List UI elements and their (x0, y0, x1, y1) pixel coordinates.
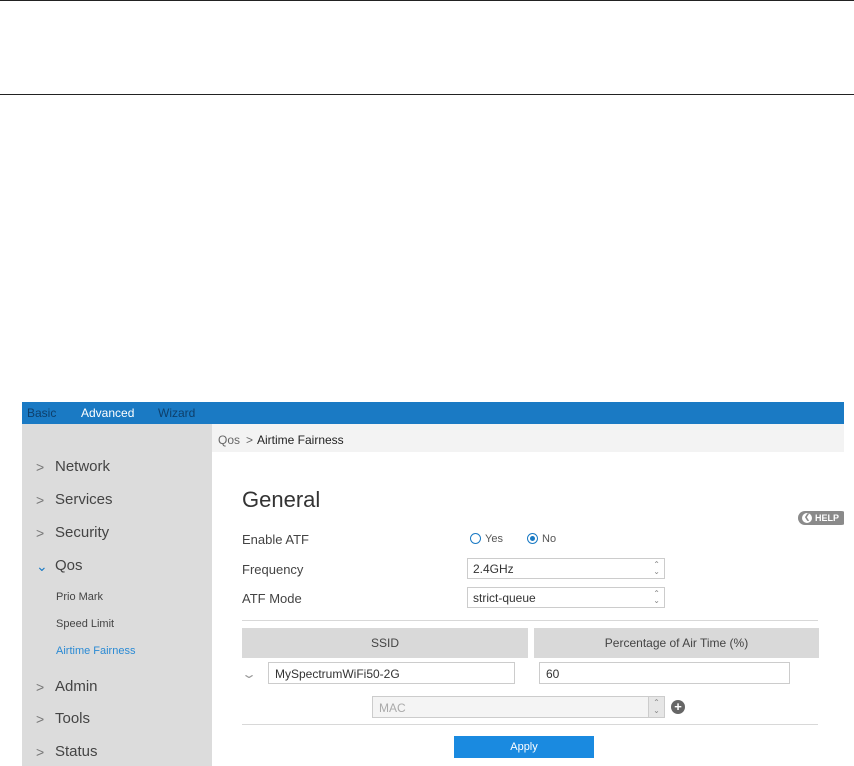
mac-placeholder: MAC (379, 701, 406, 715)
enable-atf-yes-radio[interactable]: Yes (470, 532, 510, 546)
apply-button[interactable]: Apply (454, 736, 594, 758)
select-arrows-icon: ⌃ ⌄ (653, 560, 660, 576)
mac-select[interactable]: MAC ⌃ ⌄ (372, 696, 665, 718)
sidebar-item-label: Qos (55, 557, 83, 574)
page-title: General (242, 487, 321, 512)
sidebar-subitem-speed-limit[interactable]: Speed Limit (56, 618, 114, 630)
select-value: strict-queue (473, 591, 536, 605)
select-value: 2.4GHz (473, 562, 514, 576)
select-arrows-icon: ⌃ ⌄ (648, 697, 664, 717)
main-content: General ❮ HELP Enable ATF Yes No Frequen… (212, 452, 844, 766)
chevron-right-icon: > (36, 459, 45, 475)
sidebar-item-qos[interactable]: ⌄ Qos (22, 555, 212, 579)
radio-circle-icon (470, 533, 481, 544)
enable-atf-label: Enable ATF (242, 532, 309, 547)
percentage-field[interactable]: 60 (539, 662, 790, 684)
chevron-right-icon: > (36, 744, 45, 760)
help-button[interactable]: ❮ HELP (798, 511, 844, 525)
sidebar-item-label: Tools (55, 710, 91, 727)
sidebar-subitem-airtime-fairness[interactable]: Airtime Fairness (56, 645, 135, 657)
sidebar-item-label: Admin (55, 678, 98, 695)
radio-label: Yes (485, 533, 503, 545)
sidebar-item-security[interactable]: > Security (22, 522, 212, 546)
table-header-percentage: Percentage of Air Time (%) (534, 628, 819, 658)
chevron-right-icon: > (36, 492, 45, 508)
sidebar-item-status[interactable]: > Status (22, 741, 212, 765)
atf-mode-select[interactable]: strict-queue ⌃ ⌄ (467, 587, 665, 608)
breadcrumb-parent[interactable]: Qos (218, 433, 240, 447)
select-arrows-icon: ⌃ ⌄ (653, 589, 660, 605)
help-label: HELP (815, 513, 840, 523)
add-icon[interactable]: + (671, 700, 685, 714)
breadcrumb-separator: > (246, 433, 254, 447)
frequency-select[interactable]: 2.4GHz ⌃ ⌄ (467, 558, 665, 579)
ssid-value: MySpectrumWiFi50-2G (275, 667, 400, 681)
top-nav-bar: Basic Advanced Wizard (22, 402, 844, 424)
breadcrumb: Qos > Airtime Fairness (212, 424, 844, 452)
sidebar-item-network[interactable]: > Network (22, 456, 212, 480)
radio-circle-icon (527, 533, 538, 544)
divider (242, 724, 818, 725)
enable-atf-no-radio[interactable]: No (527, 532, 567, 546)
chevron-right-icon: > (36, 711, 45, 727)
chevron-left-icon: ❮ (802, 513, 812, 523)
divider (242, 620, 818, 621)
chevron-down-icon[interactable]: ⌄ (241, 667, 257, 681)
table-header-ssid: SSID (242, 628, 528, 658)
chevron-right-icon: > (36, 525, 45, 541)
radio-label: No (542, 533, 557, 545)
nav-tab-basic[interactable]: Basic (27, 406, 56, 420)
sidebar-item-tools[interactable]: > Tools (22, 708, 212, 732)
top-divider-line (0, 0, 854, 1)
nav-tab-wizard[interactable]: Wizard (158, 406, 195, 420)
sidebar-item-services[interactable]: > Services (22, 489, 212, 513)
percentage-value: 60 (546, 667, 560, 681)
sidebar-subitem-prio-mark[interactable]: Prio Mark (56, 591, 103, 603)
middle-divider-line (0, 94, 854, 95)
router-admin-app: Basic Advanced Wizard > Network > Servic… (22, 402, 844, 766)
nav-tab-advanced[interactable]: Advanced (81, 406, 134, 420)
sidebar-item-label: Status (55, 743, 98, 760)
sidebar: > Network > Services > Security ⌄ Qos Pr… (22, 424, 212, 766)
frequency-label: Frequency (242, 562, 304, 577)
chevron-right-icon: > (36, 679, 45, 695)
chevron-down-icon: ⌄ (36, 558, 48, 574)
sidebar-item-label: Network (55, 458, 111, 475)
sidebar-item-label: Security (55, 524, 110, 541)
ssid-field[interactable]: MySpectrumWiFi50-2G (268, 662, 515, 684)
sidebar-item-admin[interactable]: > Admin (22, 676, 212, 700)
atf-mode-label: ATF Mode (242, 591, 302, 606)
breadcrumb-current: Airtime Fairness (257, 433, 344, 447)
sidebar-item-label: Services (55, 491, 113, 508)
